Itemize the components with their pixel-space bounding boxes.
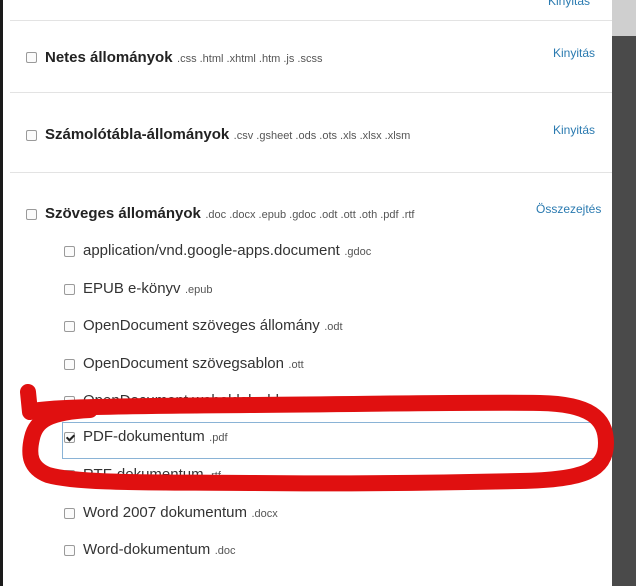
category-row-text: Szöveges állományok .doc .docx .epub .gd…: [45, 205, 415, 223]
subitem-label: OpenDocument szövegsablon: [83, 355, 284, 372]
subitem-row: OpenDocument szövegsablon .ott: [83, 355, 304, 373]
expand-link-web[interactable]: Kinyitás: [553, 46, 595, 60]
subitem-row: RTF-dokumentum .rtf: [83, 466, 221, 484]
subitem-label: OpenDocument weboldalsablon: [83, 392, 296, 409]
subitem-extension: .oth: [300, 396, 319, 408]
subitem-extension: .epub: [185, 284, 213, 296]
category-label: Számolótábla-állományok: [45, 126, 230, 143]
subitem-label: Word 2007 dokumentum: [83, 504, 247, 521]
category-row-web: Netes állományok .css .html .xhtml .htm …: [45, 49, 322, 67]
subitem-checkbox[interactable]: [64, 396, 75, 407]
divider: [10, 172, 612, 173]
subitem-checkbox[interactable]: [64, 246, 75, 257]
subitem-row: OpenDocument weboldalsablon .oth: [83, 392, 318, 410]
subitem-row: Word 2007 dokumentum .docx: [83, 504, 278, 522]
category-extensions: .csv .gsheet .ods .ots .xls .xlsx .xlsm: [233, 130, 411, 142]
subitem-label: Word-dokumentum: [83, 541, 211, 558]
subitem-label: application/vnd.google-apps.document: [83, 242, 340, 259]
category-checkbox-spreadsheet[interactable]: [26, 130, 37, 141]
subitem-checkbox[interactable]: [64, 284, 75, 295]
subitem-checkbox[interactable]: [64, 470, 75, 481]
divider: [10, 20, 612, 21]
category-row-spreadsheet: Számolótábla-állományok .csv .gsheet .od…: [45, 126, 410, 144]
subitem-row: OpenDocument szöveges állomány .odt: [83, 317, 343, 335]
category-label: Netes állományok: [45, 49, 173, 66]
expand-link-partial[interactable]: Kinyitás: [548, 0, 590, 8]
backdrop-overlay: [612, 0, 636, 586]
subitem-extension: .gdoc: [344, 246, 372, 258]
subitem-extension: .odt: [324, 321, 343, 333]
collapse-link-text[interactable]: Összezejtés: [536, 202, 601, 216]
subitem-checkbox[interactable]: [64, 321, 75, 332]
backdrop-overlay-top: [612, 0, 636, 36]
subitem-label: RTF-dokumentum: [83, 466, 204, 483]
category-label: Szöveges állományok: [45, 205, 201, 222]
subitem-row: application/vnd.google-apps.document .gd…: [83, 242, 371, 260]
expand-link-spreadsheet[interactable]: Kinyitás: [553, 123, 595, 137]
category-extensions: .doc .docx .epub .gdoc .odt .ott .oth .p…: [205, 209, 415, 221]
subitem-extension: .rtf: [208, 470, 221, 482]
subitem-checkbox[interactable]: [64, 359, 75, 370]
subitem-row-selected: PDF-dokumentum .pdf: [83, 428, 228, 446]
subitem-row: Word-dokumentum .doc: [83, 541, 236, 559]
category-checkbox-text[interactable]: [26, 209, 37, 220]
subitem-checkbox[interactable]: [64, 508, 75, 519]
category-checkbox-web[interactable]: [26, 52, 37, 63]
subitem-row: EPUB e-könyv .epub: [83, 280, 213, 298]
subitem-label: OpenDocument szöveges állomány: [83, 317, 320, 334]
subitem-extension: .pdf: [209, 432, 228, 444]
subitem-label: PDF-dokumentum: [83, 428, 205, 445]
subitem-checkbox-checked[interactable]: [64, 432, 75, 443]
subitem-extension: .doc: [214, 545, 236, 557]
subitem-label: EPUB e-könyv: [83, 280, 181, 297]
divider: [10, 92, 612, 93]
subitem-extension: .docx: [251, 508, 278, 520]
category-extensions: .css .html .xhtml .htm .js .scss: [177, 53, 323, 65]
subitem-extension: .ott: [288, 359, 304, 371]
subitem-checkbox[interactable]: [64, 545, 75, 556]
